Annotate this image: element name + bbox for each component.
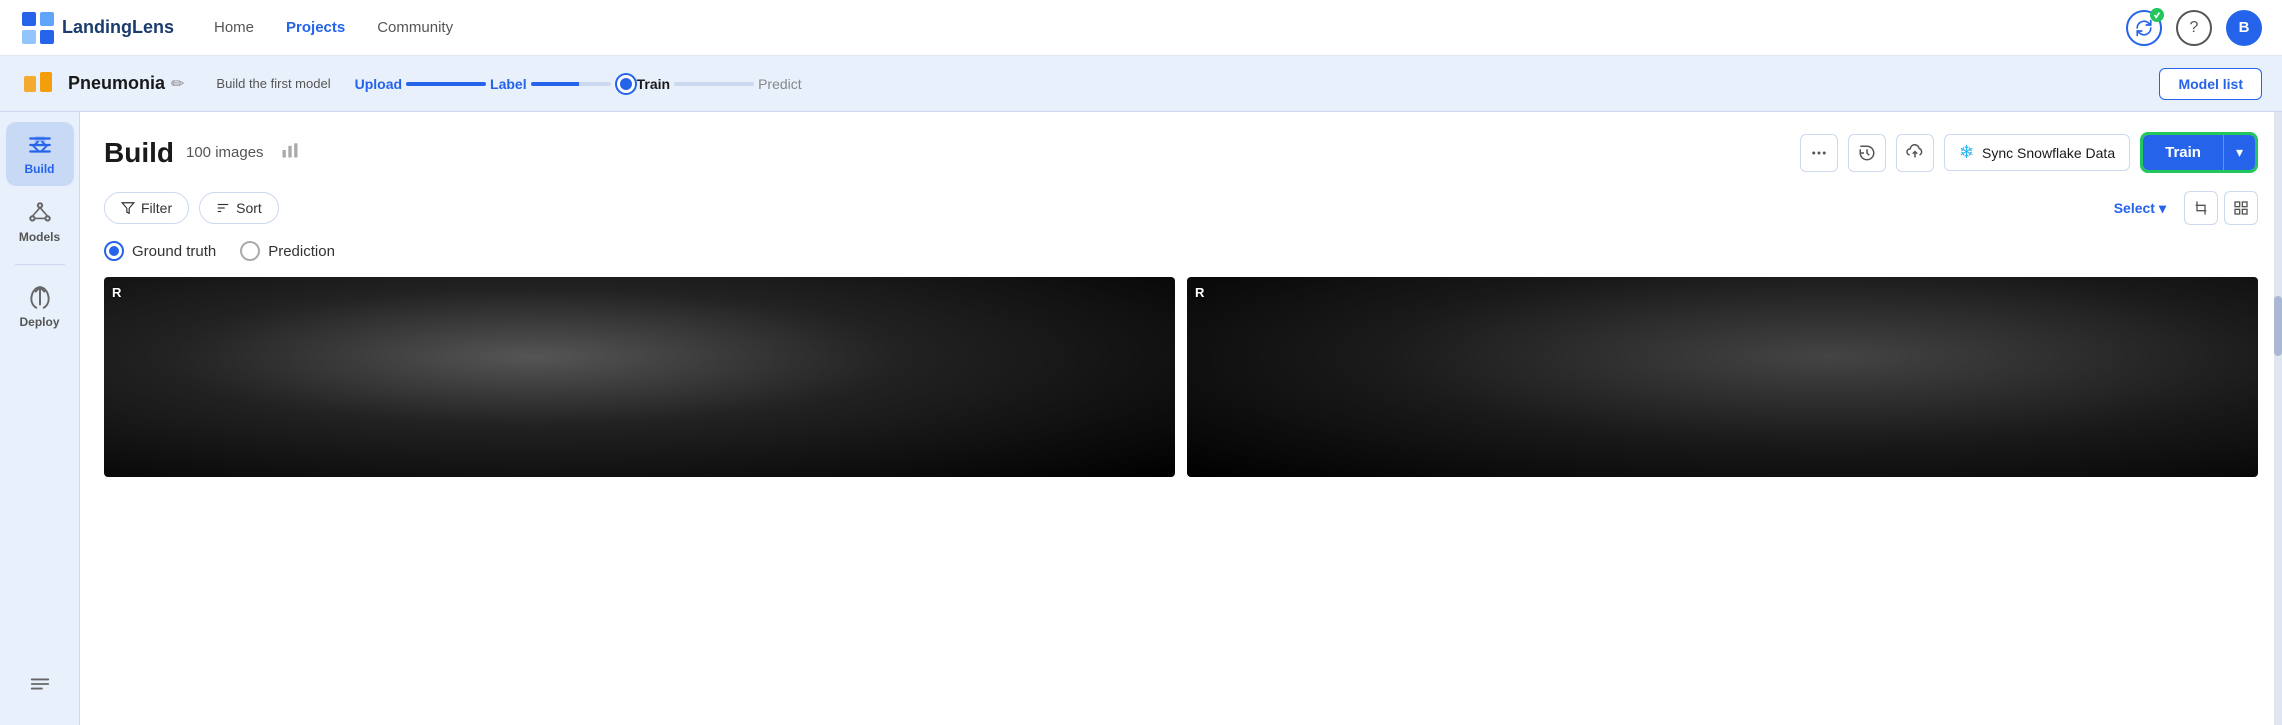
step-line-2 xyxy=(531,82,611,86)
image-card-2[interactable]: R xyxy=(1187,277,2258,477)
ellipsis-icon xyxy=(1810,144,1828,162)
filter-label: Filter xyxy=(141,200,172,216)
check-icon xyxy=(2153,11,2161,19)
filter-icon xyxy=(121,201,135,215)
menu-icon xyxy=(29,673,51,695)
nav-home[interactable]: Home xyxy=(214,19,254,36)
sync-check-badge xyxy=(2150,8,2164,22)
nav-right: ? B xyxy=(2126,10,2262,46)
image-label-2: R xyxy=(1195,285,1204,300)
sort-label: Sort xyxy=(236,200,262,216)
sidebar-bottom xyxy=(6,663,74,715)
sidebar-item-deploy-label: Deploy xyxy=(19,315,59,329)
build-header: Build 100 images xyxy=(104,132,2258,173)
grid-view-button[interactable] xyxy=(2224,191,2258,225)
filter-button[interactable]: Filter xyxy=(104,192,189,224)
nav-projects[interactable]: Projects xyxy=(286,19,345,36)
sync-snowflake-button[interactable]: ❄ Sync Snowflake Data xyxy=(1944,134,2130,171)
image-card-1[interactable]: R xyxy=(104,277,1175,477)
sort-icon xyxy=(216,201,230,215)
cloud-upload-icon xyxy=(1906,144,1924,162)
nav-community[interactable]: Community xyxy=(377,19,453,36)
pipeline-steps: Upload Label Train Predict xyxy=(355,75,2160,93)
step-line-3 xyxy=(674,82,754,86)
sidebar-item-build-label: Build xyxy=(25,162,55,176)
bar-chart-icon xyxy=(280,140,300,160)
project-name: Pneumonia xyxy=(68,73,165,94)
step-line-1 xyxy=(406,82,486,86)
history-icon xyxy=(1858,144,1876,162)
select-chevron-icon: ▾ xyxy=(2159,200,2166,217)
prediction-label: Prediction xyxy=(268,243,335,260)
sidebar-divider xyxy=(15,264,65,265)
crop-view-button[interactable] xyxy=(2184,191,2218,225)
prediction-radio-circle xyxy=(240,241,260,261)
train-dropdown-button[interactable]: ▾ xyxy=(2223,135,2255,170)
image-grid: R R xyxy=(104,277,2258,477)
navbar: LandingLens Home Projects Community ? B xyxy=(0,0,2282,56)
avatar[interactable]: B xyxy=(2226,10,2262,46)
prediction-radio[interactable]: Prediction xyxy=(240,241,335,261)
logo[interactable]: LandingLens xyxy=(20,10,174,46)
sidebar-item-models[interactable]: Models xyxy=(6,190,74,254)
ground-truth-label: Ground truth xyxy=(132,243,216,260)
help-button[interactable]: ? xyxy=(2176,10,2212,46)
sync-icon xyxy=(2135,19,2153,37)
models-icon xyxy=(27,200,53,226)
select-label: Select xyxy=(2114,200,2155,216)
edit-icon[interactable]: ✏ xyxy=(171,74,184,94)
scrollbar-thumb[interactable] xyxy=(2274,296,2282,356)
project-icon xyxy=(20,66,56,102)
train-button-wrapper: Train ▾ xyxy=(2140,132,2258,173)
sort-button[interactable]: Sort xyxy=(199,192,279,224)
nav-links: Home Projects Community xyxy=(214,19,453,36)
step-predict: Predict xyxy=(758,76,802,92)
sidebar-item-build[interactable]: Build xyxy=(6,122,74,186)
subheader: Pneumonia ✏ Build the first model Upload… xyxy=(0,56,2282,112)
sidebar: Build Models Deploy xyxy=(0,112,80,725)
sync-button[interactable] xyxy=(2126,10,2162,46)
sync-snowflake-label: Sync Snowflake Data xyxy=(1982,145,2115,161)
sidebar-item-menu[interactable] xyxy=(6,663,74,705)
step-train: Train xyxy=(637,76,670,92)
step-upload: Upload xyxy=(355,76,402,92)
snowflake-icon: ❄ xyxy=(1959,142,1974,163)
build-icon xyxy=(27,132,53,158)
chart-icon[interactable] xyxy=(280,140,300,165)
upload-button[interactable] xyxy=(1896,134,1934,172)
step-dot xyxy=(617,75,635,93)
filter-sort-row: Filter Sort Select ▾ xyxy=(104,191,2258,225)
grid-icon xyxy=(2233,200,2249,216)
crop-icon xyxy=(2193,200,2209,216)
image-label-1: R xyxy=(112,285,121,300)
model-list-button[interactable]: Model list xyxy=(2159,68,2262,100)
select-button[interactable]: Select ▾ xyxy=(2114,200,2166,217)
logo-text: LandingLens xyxy=(62,17,174,38)
scrollbar[interactable] xyxy=(2274,112,2282,725)
logo-icon xyxy=(20,10,56,46)
ground-truth-radio[interactable]: Ground truth xyxy=(104,241,216,261)
radio-row: Ground truth Prediction xyxy=(104,241,2258,261)
pipeline-label: Build the first model xyxy=(216,76,330,91)
ground-truth-radio-circle xyxy=(104,241,124,261)
content-area: Build 100 images xyxy=(80,112,2282,725)
sidebar-item-deploy[interactable]: Deploy xyxy=(6,275,74,339)
image-count: 100 images xyxy=(186,144,264,161)
sidebar-item-models-label: Models xyxy=(19,230,60,244)
train-button[interactable]: Train xyxy=(2143,135,2223,170)
content-inner: Build 100 images xyxy=(80,112,2282,497)
deploy-icon xyxy=(27,285,53,311)
history-button[interactable] xyxy=(1848,134,1886,172)
step-label: Label xyxy=(490,76,527,92)
build-title: Build xyxy=(104,137,174,169)
main-layout: Build Models Deploy xyxy=(0,112,2282,725)
build-actions: ❄ Sync Snowflake Data Train ▾ xyxy=(1800,132,2258,173)
more-options-button[interactable] xyxy=(1800,134,1838,172)
view-buttons xyxy=(2184,191,2258,225)
